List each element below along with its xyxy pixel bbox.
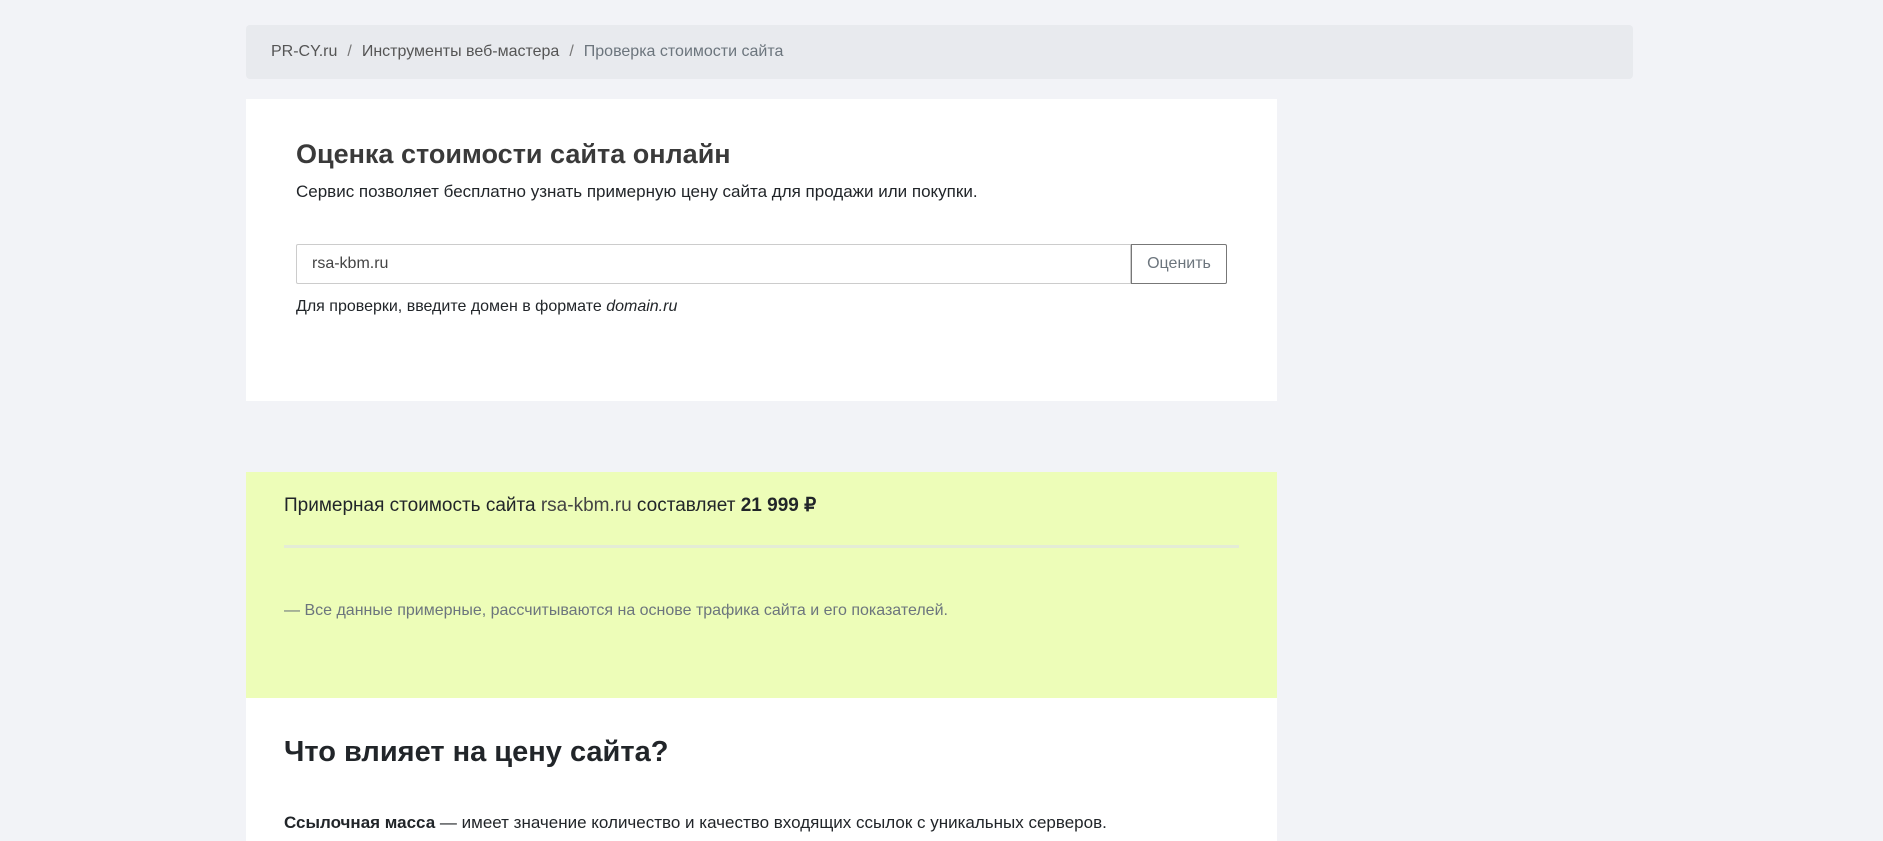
- hint-example: domain.ru: [606, 298, 678, 315]
- domain-input[interactable]: [296, 244, 1131, 284]
- evaluate-button[interactable]: Оценить: [1131, 244, 1227, 284]
- breadcrumb-current: Проверка стоимости сайта: [583, 43, 784, 60]
- breadcrumb-tools-link[interactable]: Инструменты веб-мастера: [362, 43, 559, 61]
- site-value-form-card: Оценка стоимости сайта онлайн Сервис поз…: [246, 99, 1277, 401]
- info-text: — имеет значение количество и качество в…: [435, 813, 1107, 832]
- breadcrumb: PR-CY.ru / Инструменты веб-мастера / Про…: [246, 25, 1633, 79]
- result-text: Примерная стоимость сайта rsa-kbm.ru сос…: [284, 494, 816, 517]
- page-subtitle: Сервис позволяет бесплатно узнать пример…: [296, 182, 978, 201]
- breadcrumb-separator: /: [569, 43, 574, 60]
- info-item: Ссылочная масса — имеет значение количес…: [284, 813, 1107, 833]
- divider: [284, 545, 1239, 548]
- info-title: Что влияет на цену сайта?: [284, 736, 669, 768]
- page-title: Оценка стоимости сайта онлайн: [296, 139, 731, 169]
- result-price: 21 999 ₽: [740, 495, 817, 516]
- result-note: — Все данные примерные, рассчитываются н…: [284, 602, 948, 619]
- result-domain: rsa-kbm.ru: [540, 495, 632, 516]
- result-card: Примерная стоимость сайта rsa-kbm.ru сос…: [246, 472, 1277, 698]
- info-card: Что влияет на цену сайта? Ссылочная масс…: [246, 698, 1277, 841]
- input-hint: Для проверки, введите домен в формате do…: [296, 298, 677, 316]
- result-prefix: Примерная стоимость сайта: [284, 495, 541, 516]
- breadcrumb-separator: /: [347, 43, 352, 60]
- breadcrumb-home-link[interactable]: PR-CY.ru: [271, 43, 337, 61]
- hint-text: Для проверки, введите домен в формате: [296, 298, 607, 315]
- info-term: Ссылочная масса: [284, 813, 436, 832]
- result-middle: составляет: [631, 495, 741, 516]
